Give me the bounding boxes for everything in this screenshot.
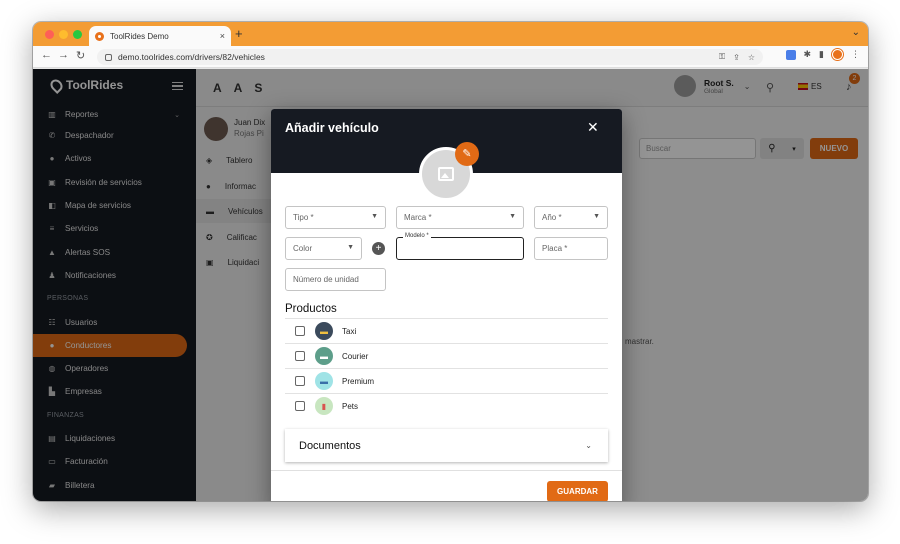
product-row-premium[interactable]: ▬ Premium (285, 368, 608, 393)
placa-input[interactable]: Placa * (534, 237, 608, 260)
app-root: ToolRides ▥ Reportes ⌄ ✆ Despachador ● A… (33, 69, 868, 501)
image-placeholder-icon (438, 167, 454, 181)
product-checkbox[interactable] (295, 351, 305, 361)
product-checkbox[interactable] (295, 326, 305, 336)
color-placeholder: Color (293, 244, 313, 253)
chevron-down-icon: ⌄ (585, 441, 592, 450)
add-vehicle-dialog: Añadir vehículo ✕ ✎ Tipo * ▼ Marca * ▼ A… (271, 109, 622, 501)
marca-select[interactable]: Marca * ▼ (396, 206, 524, 229)
unit-number-input[interactable]: Número de unidad (285, 268, 386, 291)
back-icon[interactable]: ← (41, 49, 52, 61)
close-icon[interactable]: ✕ (587, 119, 599, 136)
product-name: Courier (342, 351, 369, 361)
placa-placeholder: Placa * (542, 244, 568, 253)
browser-tab[interactable]: ToolRides Demo × (89, 26, 231, 46)
documentos-accordion[interactable]: Documentos ⌄ (285, 429, 608, 462)
forward-icon[interactable]: → (58, 49, 69, 61)
product-name: Taxi (342, 326, 357, 336)
unit-number-placeholder: Número de unidad (293, 275, 359, 284)
product-checkbox[interactable] (295, 401, 305, 411)
bookmark-star-icon[interactable]: ☆ (748, 53, 755, 62)
product-row-taxi[interactable]: ▬ Taxi (285, 318, 608, 343)
productos-title: Productos (285, 303, 337, 315)
pets-icon: ▮ (315, 397, 333, 415)
documentos-label: Documentos (299, 439, 361, 452)
dialog-divider (271, 470, 622, 471)
profile-icon[interactable] (832, 49, 843, 60)
sidepanel-icon[interactable]: ▮ (819, 49, 824, 60)
anio-select[interactable]: Año * ▼ (534, 206, 608, 229)
extensions-icon[interactable]: ✱ (804, 49, 812, 60)
url-text: demo.toolrides.com/drivers/82/vehicles (118, 52, 265, 62)
tab-title: ToolRides Demo (110, 31, 169, 41)
product-row-courier[interactable]: ▬ Courier (285, 343, 608, 368)
browser-menu-icon[interactable]: ⋮ (851, 49, 860, 60)
product-checkbox[interactable] (295, 376, 305, 386)
tab-close-icon[interactable]: × (220, 31, 225, 41)
key-icon[interactable]: ⚿ (719, 52, 725, 62)
browser-window: ToolRides Demo × + ⌄ ← → ↻ demo.toolride… (33, 22, 868, 501)
address-bar[interactable]: demo.toolrides.com/drivers/82/vehicles ⚿… (97, 49, 763, 65)
modelo-label: Modelo * (403, 233, 431, 239)
minimize-window-button[interactable] (59, 30, 68, 39)
productos-list: ▬ Taxi ▬ Courier ▬ Premium ▮ Pets (285, 318, 608, 418)
add-color-icon[interactable]: + (372, 242, 385, 255)
favicon-icon (95, 31, 104, 41)
tipo-placeholder: Tipo * (293, 213, 314, 222)
modelo-input[interactable]: Modelo * (396, 233, 524, 260)
edit-photo-button[interactable]: ✎ (455, 142, 479, 166)
reload-icon[interactable]: ↻ (76, 49, 85, 62)
share-icon[interactable]: ⇪ (733, 53, 740, 62)
product-row-pets[interactable]: ▮ Pets (285, 393, 608, 418)
product-name: Pets (342, 401, 359, 411)
courier-icon: ▬ (315, 347, 333, 365)
tipo-select[interactable]: Tipo * ▼ (285, 206, 386, 229)
dialog-title: Añadir vehículo (285, 121, 379, 135)
new-tab-button[interactable]: + (235, 27, 243, 41)
dropdown-arrow-icon: ▼ (509, 213, 516, 220)
browser-toolbar: ← → ↻ demo.toolrides.com/drivers/82/vehi… (33, 46, 868, 68)
dropdown-arrow-icon: ▼ (371, 213, 378, 220)
close-window-button[interactable] (45, 30, 54, 39)
taxi-icon: ▬ (315, 322, 333, 340)
anio-placeholder: Año * (542, 213, 562, 222)
save-button[interactable]: GUARDAR (547, 481, 608, 501)
translate-extension-icon[interactable] (785, 49, 796, 60)
maximize-window-button[interactable] (73, 30, 82, 39)
tab-list-chevron-icon[interactable]: ⌄ (852, 27, 860, 38)
color-select[interactable]: Color ▼ + (285, 237, 385, 260)
dropdown-arrow-icon: ▼ (347, 244, 354, 251)
tab-bar: ToolRides Demo × + ⌄ (33, 22, 868, 46)
dropdown-arrow-icon: ▼ (593, 213, 600, 220)
marca-placeholder: Marca * (404, 213, 432, 222)
lock-icon (105, 53, 112, 61)
product-name: Premium (342, 376, 375, 386)
premium-car-icon: ▬ (315, 372, 333, 390)
